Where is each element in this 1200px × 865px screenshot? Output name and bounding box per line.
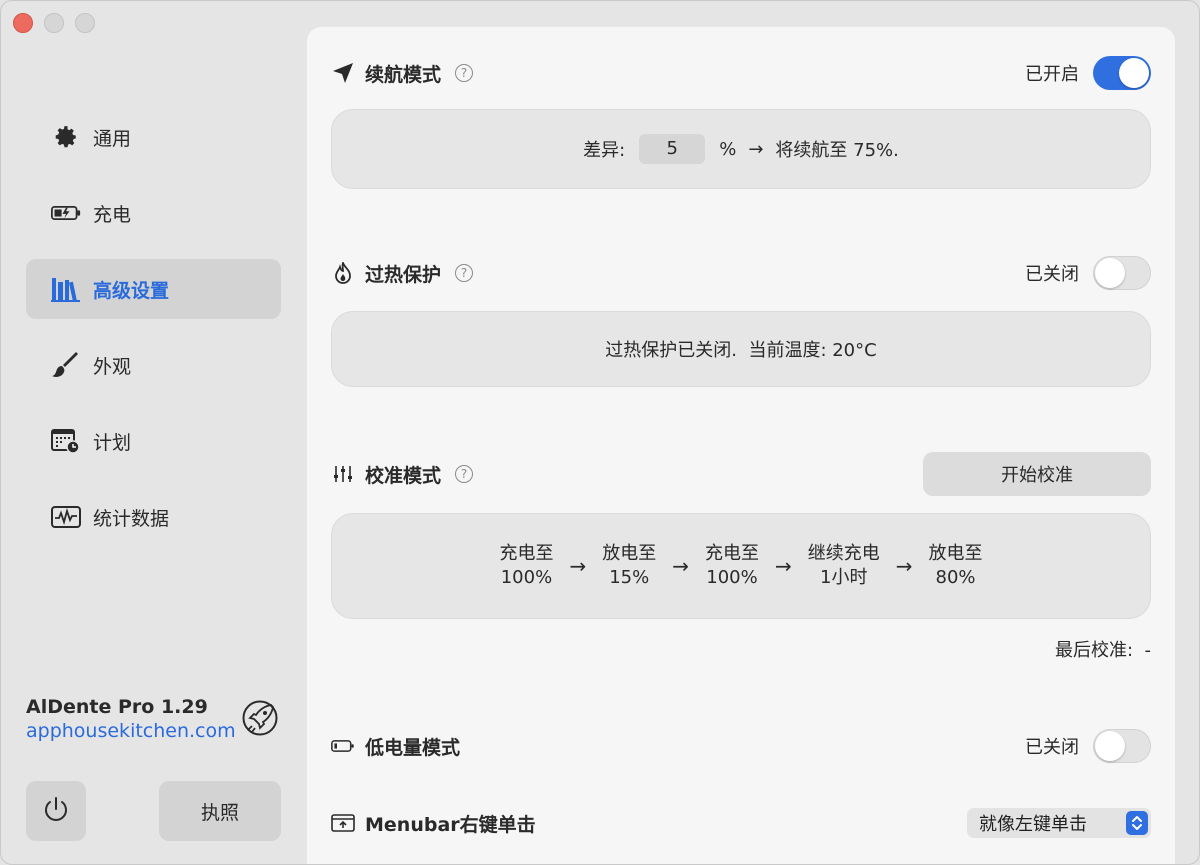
arrow-right-icon: →: [775, 554, 792, 578]
sidebar-item-label: 通用: [93, 127, 132, 150]
calibration-card: 充电至 100% → 放电至 15% → 充电至 100% → 继续充电 1小时 → 放…: [331, 513, 1151, 619]
section-title: Menubar右键单击: [365, 813, 536, 836]
calibration-step: 放电至 80%: [928, 543, 983, 588]
arrow-right-icon: →: [748, 138, 764, 160]
app-version: AlDente Pro 1.29: [26, 696, 208, 718]
sidebar-item-schedule[interactable]: 计划: [26, 411, 281, 471]
paintbrush-icon: [51, 352, 81, 378]
heat-status: 已关闭: [1025, 264, 1079, 285]
diff-label: 差异:: [583, 140, 626, 161]
sailing-mode-header: 续航模式 ? 已开启: [331, 55, 1151, 91]
sailing-card: 差异: 5 % → 将续航至 75%.: [331, 109, 1151, 189]
waveform-icon: [51, 504, 81, 530]
heat-protection-header: 过热保护 ? 已关闭: [331, 255, 1151, 291]
battery-charging-icon: [51, 200, 81, 226]
heat-card: 过热保护已关闭. 当前温度: 20°C: [331, 311, 1151, 387]
sailing-status: 已开启: [1025, 64, 1079, 85]
gear-icon: [51, 124, 81, 150]
section-title: 低电量模式: [365, 736, 461, 759]
section-title: 续航模式: [365, 63, 442, 86]
sidebar: 通用 充电 高级设置 外观 计划 统计数据 AlDente Pro 1.29 a…: [1, 1, 306, 864]
sidebar-item-appearance[interactable]: 外观: [26, 335, 281, 395]
books-icon: [51, 276, 81, 302]
arrow-right-icon: →: [569, 554, 587, 578]
help-icon[interactable]: ?: [455, 64, 474, 82]
sidebar-item-statistics[interactable]: 统计数据: [26, 487, 281, 547]
menubar-header: Menubar右键单击 就像左键单击: [331, 805, 1151, 841]
sailing-toggle[interactable]: [1093, 56, 1151, 90]
sidebar-item-label: 统计数据: [93, 507, 170, 530]
website-link[interactable]: apphousekitchen.com: [26, 720, 236, 742]
heat-toggle[interactable]: [1093, 256, 1151, 290]
select-value: 就像左键单击: [979, 814, 1087, 835]
flame-icon: [331, 262, 355, 284]
low-power-status: 已关闭: [1025, 737, 1079, 758]
calibration-step: 充电至 100%: [499, 543, 554, 588]
calibration-step: 放电至 15%: [602, 543, 657, 588]
sidebar-item-charging[interactable]: 充电: [26, 183, 281, 243]
start-calibration-button[interactable]: 开始校准: [923, 452, 1151, 496]
calibration-step: 继续充电 1小时: [807, 543, 880, 588]
menubar-window-icon: [331, 813, 355, 833]
help-icon[interactable]: ?: [455, 465, 474, 483]
brand-info: AlDente Pro 1.29 apphousekitchen.com: [26, 696, 236, 742]
calibration-flow: 充电至 100% → 放电至 15% → 充电至 100% → 继续充电 1小时 → 放…: [499, 542, 982, 590]
paper-plane-icon: [331, 62, 355, 84]
section-title: 校准模式: [365, 464, 442, 487]
calendar-clock-icon: [51, 428, 81, 454]
arrow-right-icon: →: [672, 554, 689, 578]
menubar-click-select[interactable]: 就像左键单击: [967, 808, 1151, 838]
rocket-logo-icon: [241, 699, 279, 741]
low-power-header: 低电量模式 已关闭: [331, 728, 1151, 764]
sidebar-item-label: 充电: [93, 203, 132, 226]
calibration-header: 校准模式 ? 开始校准: [331, 452, 1151, 496]
quit-button[interactable]: [26, 781, 86, 841]
sailing-result: 将续航至 75%.: [775, 140, 899, 161]
sidebar-item-label: 计划: [93, 431, 132, 454]
heat-info: 过热保护已关闭. 当前温度: 20°C: [605, 340, 877, 361]
power-icon: [41, 794, 71, 828]
chevron-updown-icon: [1126, 811, 1148, 835]
sidebar-nav: 通用 充电 高级设置 外观 计划 统计数据: [26, 107, 281, 563]
license-button[interactable]: 执照: [159, 781, 281, 841]
help-icon[interactable]: ?: [455, 264, 474, 282]
sidebar-item-general[interactable]: 通用: [26, 107, 281, 167]
sidebar-item-label: 外观: [93, 355, 132, 378]
battery-low-icon: [331, 738, 355, 754]
low-power-toggle[interactable]: [1093, 729, 1151, 763]
sidebar-item-advanced[interactable]: 高级设置: [26, 259, 281, 319]
percent-sign: %: [719, 138, 737, 160]
calibration-step: 充电至 100%: [705, 543, 759, 588]
arrow-right-icon: →: [895, 554, 913, 578]
sidebar-item-label: 高级设置: [93, 279, 170, 302]
settings-panel: 续航模式 ? 已开启 差异: 5 % → 将续航至 75%. 过热保护 ? 已关…: [307, 27, 1175, 864]
sliders-icon: [331, 464, 355, 484]
section-title: 过热保护: [365, 263, 442, 286]
diff-input[interactable]: 5: [639, 134, 706, 164]
app-window: 通用 充电 高级设置 外观 计划 统计数据 AlDente Pro 1.29 a…: [0, 0, 1200, 865]
last-calibration: 最后校准: -: [1054, 640, 1151, 661]
